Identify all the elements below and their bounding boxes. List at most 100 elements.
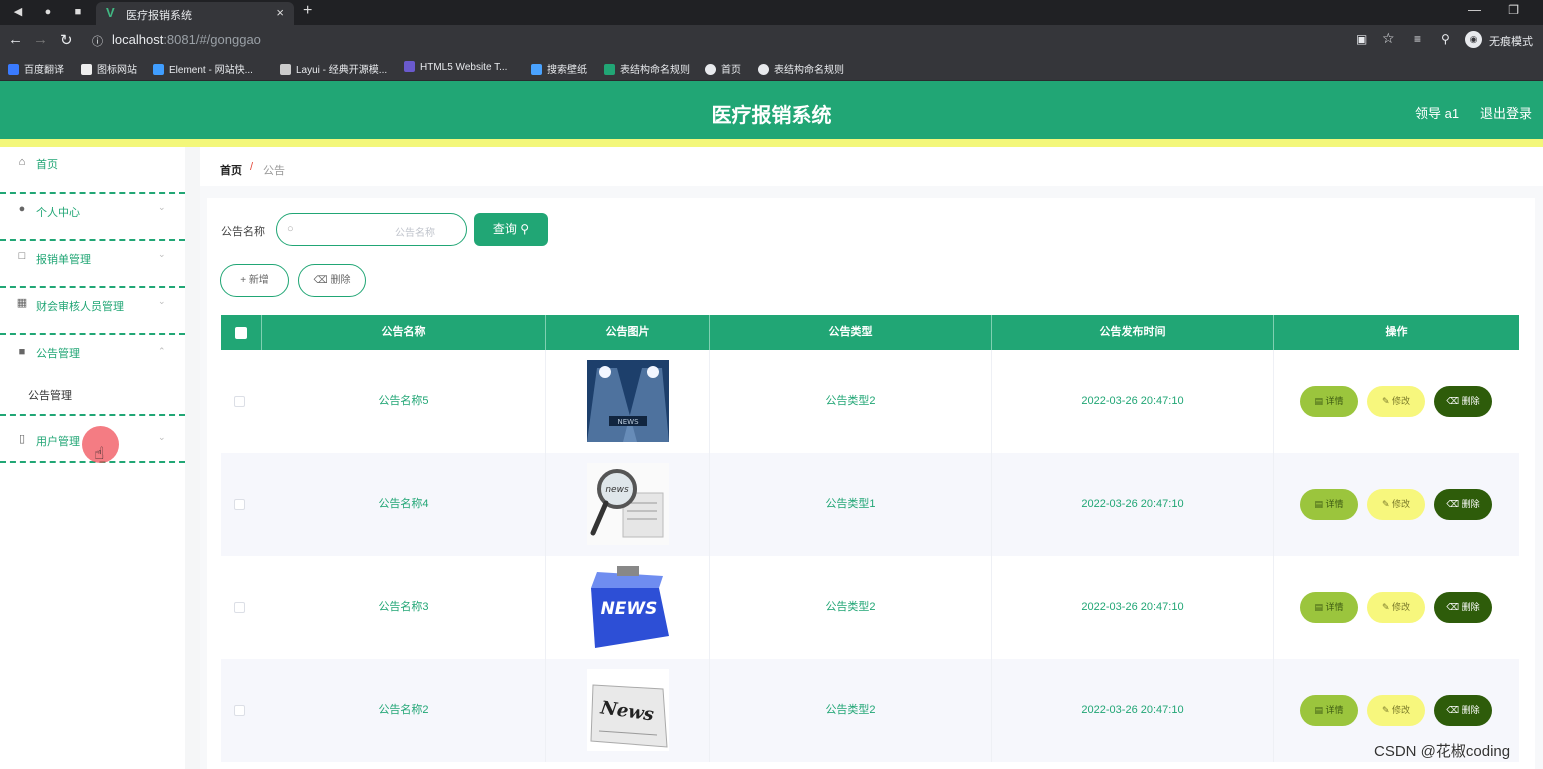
bookmark-item[interactable]: Layui - 经典开源模... — [280, 61, 387, 76]
chart-icon: ▦ — [16, 297, 28, 309]
cell-actions: ▤ 详情 ✎ 修改 ⌫ 删除 — [1274, 556, 1519, 659]
document-icon: ▤ — [1314, 602, 1326, 612]
tab-audio-icon[interactable]: ◀ — [6, 4, 30, 21]
detail-button[interactable]: ▤ 详情 — [1300, 386, 1358, 417]
row-checkbox[interactable] — [234, 602, 245, 613]
document-icon: ▤ — [1314, 705, 1326, 715]
sidebar-item-label: 财会审核人员管理 — [36, 301, 124, 313]
url-field[interactable]: localhost:8081/#/gonggao — [112, 32, 261, 47]
bookmark-label: 搜索壁纸 — [547, 65, 587, 76]
sidebar-item-finance-auditors[interactable]: ▦ 财会审核人员管理 ⌄ — [0, 288, 185, 335]
query-button-label: 查询 — [492, 222, 517, 236]
new-tab-icon[interactable]: + — [303, 2, 312, 20]
batch-delete-button[interactable]: ⌫ 删除 — [298, 264, 366, 297]
sidebar-item-label: 用户管理 — [36, 436, 80, 448]
delete-button-label: 删除 — [330, 275, 351, 286]
bookmark-label: 百度翻译 — [24, 65, 64, 76]
site-info-icon[interactable]: ⓘ — [92, 33, 103, 49]
reload-icon[interactable]: ↻ — [60, 31, 73, 49]
select-all-checkbox[interactable] — [235, 327, 247, 339]
search-input[interactable]: ○ 公告名称 — [276, 213, 467, 246]
delete-button[interactable]: ⌫ 删除 — [1434, 489, 1492, 520]
detail-button[interactable]: ▤ 详情 — [1300, 489, 1358, 520]
delete-button[interactable]: ⌫ 删除 — [1434, 592, 1492, 623]
cell-image: NEWS — [546, 556, 710, 659]
bookmark-item[interactable]: Element - 网站快... — [153, 61, 253, 76]
edit-button[interactable]: ✎ 修改 — [1367, 489, 1425, 520]
close-tab-icon[interactable]: × — [276, 5, 284, 20]
incognito-icon[interactable]: ◉ — [1465, 31, 1482, 48]
globe-icon — [758, 64, 769, 75]
tab-pinned-icon[interactable]: ● — [36, 4, 60, 21]
tab-pinned-square-icon[interactable]: ■ — [66, 4, 90, 21]
breadcrumb: 首页 / 公告 — [200, 150, 1536, 186]
sidebar-subitem-announcement-management[interactable]: 公告管理 — [28, 387, 72, 403]
detail-label: 详情 — [1325, 499, 1344, 509]
edit-label: 修改 — [1392, 396, 1411, 406]
delete-button[interactable]: ⌫ 删除 — [1434, 695, 1492, 726]
row-checkbox[interactable] — [234, 499, 245, 510]
chevron-down-icon: ⌄ — [158, 202, 166, 212]
wallpaper-icon — [531, 64, 542, 75]
cell-name: 公告名称5 — [262, 350, 546, 453]
row-checkbox[interactable] — [234, 705, 245, 716]
minimize-icon[interactable]: — — [1468, 2, 1481, 17]
hand-cursor-icon: ☝ — [94, 444, 105, 463]
chat-icon: □ — [18, 250, 26, 262]
svg-text:NEWS: NEWS — [617, 418, 639, 426]
incognito-label: 无痕模式 — [1489, 36, 1533, 48]
search-placeholder: 公告名称 — [395, 228, 435, 239]
cell-name: 公告名称4 — [262, 453, 546, 556]
row-checkbox[interactable] — [234, 396, 245, 407]
sidebar-item-announcements[interactable]: ■ 公告管理 ⌃ — [0, 335, 185, 416]
announcement-thumbnail[interactable]: News — [587, 669, 669, 751]
bookmark-item[interactable]: 搜索壁纸 — [531, 61, 587, 76]
query-button[interactable]: 查询 ⚲ — [474, 213, 548, 246]
sidebar-item-personal-center[interactable]: ● 个人中心 ⌄ — [0, 194, 185, 241]
password-key-icon[interactable]: ⚲ — [1441, 32, 1450, 46]
detail-label: 详情 — [1325, 602, 1344, 612]
bookmark-star-icon[interactable]: ☆ — [1382, 30, 1395, 47]
breadcrumb-home[interactable]: 首页 — [220, 162, 242, 178]
translate-icon[interactable]: ▣ — [1356, 32, 1367, 46]
cell-time: 2022-03-26 20:47:10 — [992, 350, 1274, 453]
edit-button[interactable]: ✎ 修改 — [1367, 386, 1425, 417]
header-accent-stripe — [0, 139, 1543, 147]
bookmark-item[interactable]: 表结构命名规则 — [604, 61, 690, 76]
cell-image: news — [546, 453, 710, 556]
bookmark-item[interactable]: 首页 — [705, 61, 741, 76]
reading-list-icon[interactable]: ≡ — [1414, 32, 1421, 46]
bookmark-item[interactable]: 百度翻译 — [8, 61, 64, 76]
watermark: CSDN @花椒coding — [1374, 743, 1511, 760]
detail-button[interactable]: ▤ 详情 — [1300, 695, 1358, 726]
cell-actions: ▤ 详情 ✎ 修改 ⌫ 删除 — [1274, 453, 1519, 556]
announcement-thumbnail[interactable]: NEWS — [587, 566, 669, 648]
logout-button[interactable]: 退出登录 — [1480, 103, 1532, 122]
bookmark-item[interactable]: 图标网站 — [81, 61, 137, 76]
detail-label: 详情 — [1325, 705, 1344, 715]
detail-button[interactable]: ▤ 详情 — [1300, 592, 1358, 623]
add-button[interactable]: + 新增 — [220, 264, 289, 297]
restore-window-icon[interactable]: ❐ — [1508, 3, 1519, 17]
url-host: localhost — [112, 32, 164, 47]
edit-button[interactable]: ✎ 修改 — [1367, 695, 1425, 726]
home-icon: ⌂ — [18, 156, 26, 168]
bookmark-item[interactable]: HTML5 Website T... — [404, 61, 507, 73]
translate-bookmark-icon — [8, 64, 19, 75]
bookmark-label: 首页 — [721, 65, 741, 76]
table-header: 公告名称 公告图片 公告类型 公告发布时间 操作 — [221, 315, 1519, 350]
chevron-up-icon: ⌃ — [158, 346, 166, 356]
header-select-all[interactable] — [221, 315, 262, 350]
detail-label: 详情 — [1325, 396, 1344, 406]
forward-icon[interactable]: → — [33, 31, 48, 48]
edit-button[interactable]: ✎ 修改 — [1367, 592, 1425, 623]
sidebar-item-reimbursement[interactable]: □ 报销单管理 ⌄ — [0, 241, 185, 288]
announcement-thumbnail[interactable]: NEWS — [587, 360, 669, 442]
browser-tab-active[interactable]: V 医疗报销系统 × — [96, 2, 294, 25]
delete-button[interactable]: ⌫ 删除 — [1434, 386, 1492, 417]
back-icon[interactable]: ← — [8, 31, 23, 48]
sidebar-item-home[interactable]: ⌂ 首页 — [0, 147, 185, 194]
announcement-thumbnail[interactable]: news — [587, 463, 669, 545]
bookmark-item[interactable]: 表结构命名规则 — [758, 61, 844, 76]
column-header: 公告发布时间 — [992, 315, 1274, 350]
